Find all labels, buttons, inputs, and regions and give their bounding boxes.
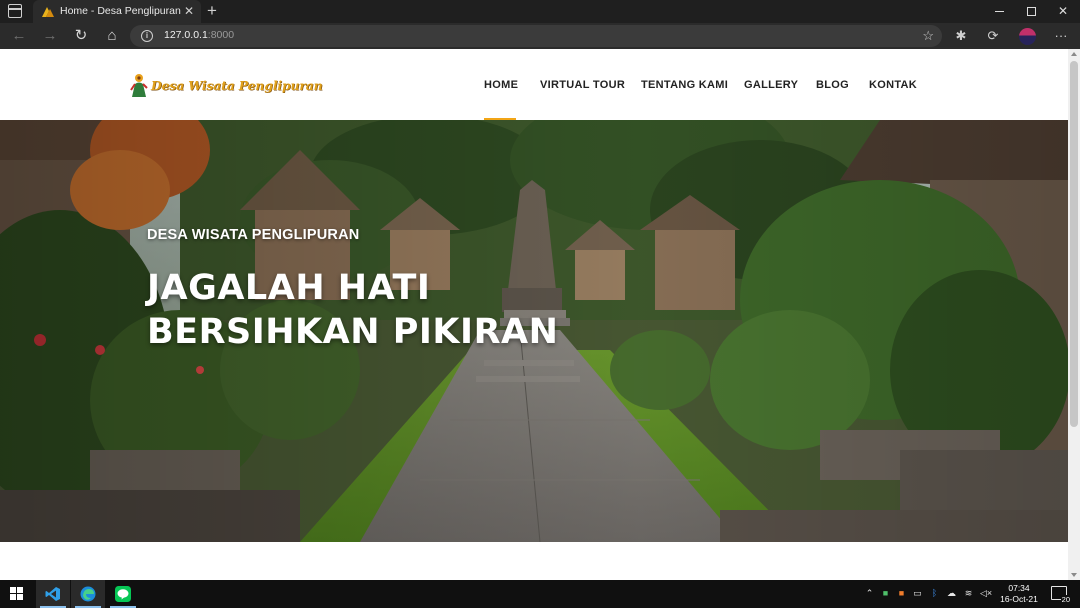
tray-overflow-icon[interactable]: ⌃ (864, 588, 875, 599)
scrollbar-thumb[interactable] (1070, 61, 1078, 427)
add-favorite-icon[interactable]: ☆ (922, 28, 934, 44)
nav-virtual-tour[interactable]: VIRTUAL TOUR (540, 79, 625, 91)
tab-close-icon[interactable]: ✕ (184, 4, 194, 18)
site-header: Desa Wisata Penglipuran HOME VIRTUAL TOU… (0, 49, 1068, 120)
vscode-icon (45, 587, 60, 601)
logo-figure-icon (130, 74, 148, 97)
nav-blog[interactable]: BLOG (816, 79, 849, 91)
taskbar-vscode[interactable] (36, 580, 70, 608)
back-button[interactable]: ← (9, 26, 29, 46)
profile-avatar[interactable] (1019, 28, 1036, 45)
wifi-icon[interactable]: ≋ (963, 588, 974, 599)
site-logo[interactable]: Desa Wisata Penglipuran (128, 71, 323, 99)
clock-date: 16-Oct-21 (1000, 594, 1038, 604)
clock-time: 07:34 (1008, 583, 1030, 593)
maximize-button[interactable] (1016, 2, 1046, 20)
new-tab-button[interactable]: + (207, 1, 217, 21)
edge-icon (80, 586, 96, 602)
bluetooth-icon[interactable]: ᛒ (929, 588, 940, 599)
address-bar[interactable]: i 127.0.0.1:8000 ☆ (130, 25, 942, 47)
close-window-button[interactable]: ✕ (1048, 2, 1078, 20)
tab-title: Home - Desa Penglipuran (60, 5, 181, 17)
onedrive-icon[interactable]: ☁ (946, 588, 957, 599)
forward-button[interactable]: → (40, 26, 60, 46)
volume-muted-icon[interactable]: ◁× (980, 588, 992, 599)
nav-gallery[interactable]: GALLERY (744, 79, 798, 91)
nav-home[interactable]: HOME (484, 79, 518, 91)
taskbar-edge[interactable] (71, 580, 105, 608)
hero-title: JAGALAH HATI BERSIHKAN PIKIRAN (147, 266, 558, 354)
line-icon (115, 586, 131, 602)
start-button[interactable] (10, 587, 23, 600)
hero-title-line-1: JAGALAH HATI (147, 268, 431, 308)
site-info-icon[interactable]: i (141, 30, 153, 42)
home-button[interactable]: ⌂ (102, 26, 122, 46)
page-viewport: Desa Wisata Penglipuran HOME VIRTUAL TOU… (0, 49, 1080, 580)
hero-banner: DESA WISATA PENGLIPURAN JAGALAH HATI BER… (0, 120, 1068, 542)
tab-actions-icon[interactable] (8, 4, 22, 18)
notification-center-icon[interactable]: 20 (1051, 586, 1071, 604)
minimize-button[interactable] (984, 2, 1014, 20)
url-port: :8000 (207, 29, 235, 41)
more-menu-icon[interactable]: ··· (1051, 26, 1071, 46)
windows-taskbar: ⌃ ■ ■ ▭ ᛒ ☁ ≋ ◁× 07:34 16-Oct-21 20 (0, 580, 1080, 608)
collections-icon[interactable]: ⟳ (983, 26, 1003, 46)
system-clock[interactable]: 07:34 16-Oct-21 (997, 583, 1041, 605)
url-host: 127.0.0.1 (164, 29, 208, 41)
page-scrollbar[interactable] (1068, 49, 1080, 580)
browser-toolbar: ← → ↻ ⌂ i 127.0.0.1:8000 ☆ ✱ ⟳ ··· (0, 23, 1080, 49)
scroll-down-icon[interactable] (1071, 573, 1077, 577)
scroll-up-icon[interactable] (1071, 52, 1077, 56)
nav-tentang-kami[interactable]: TENTANG KAMI (641, 79, 728, 91)
hero-title-line-2: BERSIHKAN PIKIRAN (147, 312, 559, 352)
nav-kontak[interactable]: KONTAK (869, 79, 917, 91)
hero-subtitle: DESA WISATA PENGLIPURAN (147, 227, 360, 243)
browser-tab-bar: Home - Desa Penglipuran ✕ + ✕ (0, 0, 1080, 23)
taskbar-line[interactable] (106, 580, 140, 608)
tray-app-orange-icon[interactable]: ■ (896, 588, 907, 599)
battery-icon[interactable]: ▭ (912, 588, 923, 599)
extension-icon[interactable]: ✱ (951, 26, 971, 46)
logo-text: Desa Wisata Penglipuran (151, 78, 323, 93)
notification-count: 20 (1060, 595, 1071, 604)
browser-tab[interactable]: Home - Desa Penglipuran ✕ (33, 0, 201, 23)
refresh-button[interactable]: ↻ (71, 26, 91, 46)
site-favicon-icon (42, 7, 54, 17)
tray-app-green-icon[interactable]: ■ (880, 588, 891, 599)
url-text: 127.0.0.1:8000 (164, 29, 234, 41)
